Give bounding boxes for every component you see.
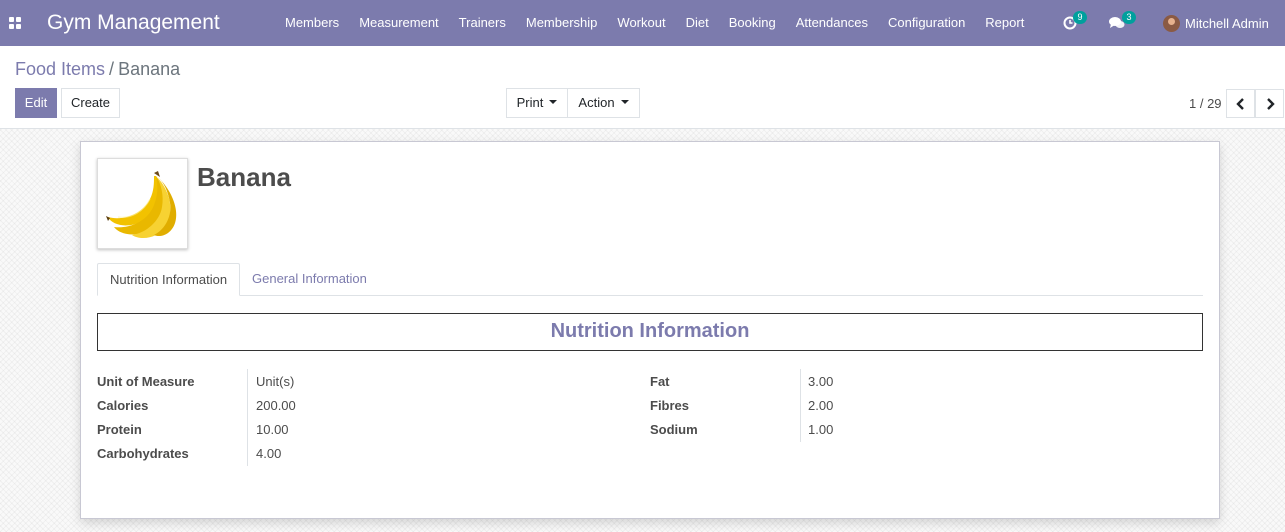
field-label: Fibres (650, 398, 690, 413)
menu-item-workout[interactable]: Workout (607, 0, 675, 46)
field-value: 10.00 (256, 422, 289, 437)
tab-nutrition-information[interactable]: Nutrition Information (97, 263, 241, 296)
banana-image (106, 171, 177, 238)
field-label: Fat (650, 374, 670, 389)
menu-item-configuration[interactable]: Configuration (878, 0, 975, 46)
field-value: 200.00 (256, 398, 296, 413)
menu-item-trainers[interactable]: Trainers (449, 0, 516, 46)
user-name: Mitchell Admin (1185, 15, 1269, 31)
menu-item-membership[interactable]: Membership (516, 0, 608, 46)
apps-menu-icon[interactable] (9, 17, 21, 29)
section-title: Nutrition Information (97, 313, 1203, 351)
user-avatar (1163, 14, 1180, 32)
field-label: Calories (97, 398, 149, 413)
activity-count-badge: 9 (1073, 11, 1087, 24)
top-navbar: Gym Management Members Measurement Train… (0, 0, 1285, 46)
menu-item-report[interactable]: Report (975, 0, 1034, 46)
record-image[interactable] (97, 158, 188, 249)
message-count-badge: 3 (1122, 11, 1136, 24)
edit-button[interactable]: Edit (15, 88, 57, 118)
messaging-button[interactable]: 3 (1109, 11, 1136, 33)
chevron-left-icon (1236, 98, 1244, 110)
main-menu: Members Measurement Trainers Membership … (275, 0, 1034, 46)
activity-button[interactable]: 9 (1063, 11, 1087, 33)
field-label: Sodium (650, 422, 698, 437)
field-label: Carbohydrates (97, 446, 189, 461)
action-label: Action (578, 95, 615, 110)
breadcrumb-parent[interactable]: Food Items (15, 59, 105, 79)
caret-down-icon (549, 100, 558, 104)
group-divider (247, 369, 248, 466)
breadcrumb-current: Banana (118, 59, 181, 79)
tab-general-information[interactable]: General Information (240, 263, 379, 296)
menu-item-booking[interactable]: Booking (719, 0, 786, 46)
field-label: Unit of Measure (97, 374, 195, 389)
menu-item-diet[interactable]: Diet (676, 0, 719, 46)
field-value: 3.00 (808, 374, 834, 389)
menu-item-attendances[interactable]: Attendances (786, 0, 878, 46)
menu-item-measurement[interactable]: Measurement (349, 0, 448, 46)
app-brand[interactable]: Gym Management (47, 10, 220, 36)
create-button[interactable]: Create (61, 88, 120, 118)
menu-item-members[interactable]: Members (275, 0, 349, 46)
pager-next-button[interactable] (1255, 89, 1284, 118)
caret-down-icon (620, 100, 629, 104)
print-label: Print (516, 95, 544, 110)
form-tabs: Nutrition Information General Informatio… (97, 263, 1203, 296)
action-dropdown[interactable]: Action (567, 88, 640, 118)
pager-previous-button[interactable] (1226, 89, 1255, 118)
field-value: 2.00 (808, 398, 834, 413)
chevron-right-icon (1267, 98, 1275, 110)
field-label: Protein (97, 422, 142, 437)
group-divider (800, 369, 801, 442)
field-value: 4.00 (256, 446, 282, 461)
print-dropdown[interactable]: Print (506, 88, 568, 118)
field-value: 1.00 (808, 422, 834, 437)
user-menu[interactable]: Mitchell Admin (1163, 13, 1269, 33)
breadcrumb-separator: / (109, 59, 115, 79)
pager-value[interactable]: 1 / 29 (1189, 96, 1222, 111)
form-sheet: Banana Nutrition Information General Inf… (80, 141, 1220, 519)
field-value: Unit(s) (256, 374, 295, 389)
record-title: Banana (197, 162, 291, 192)
breadcrumb: Food Items / Banana (15, 58, 180, 80)
